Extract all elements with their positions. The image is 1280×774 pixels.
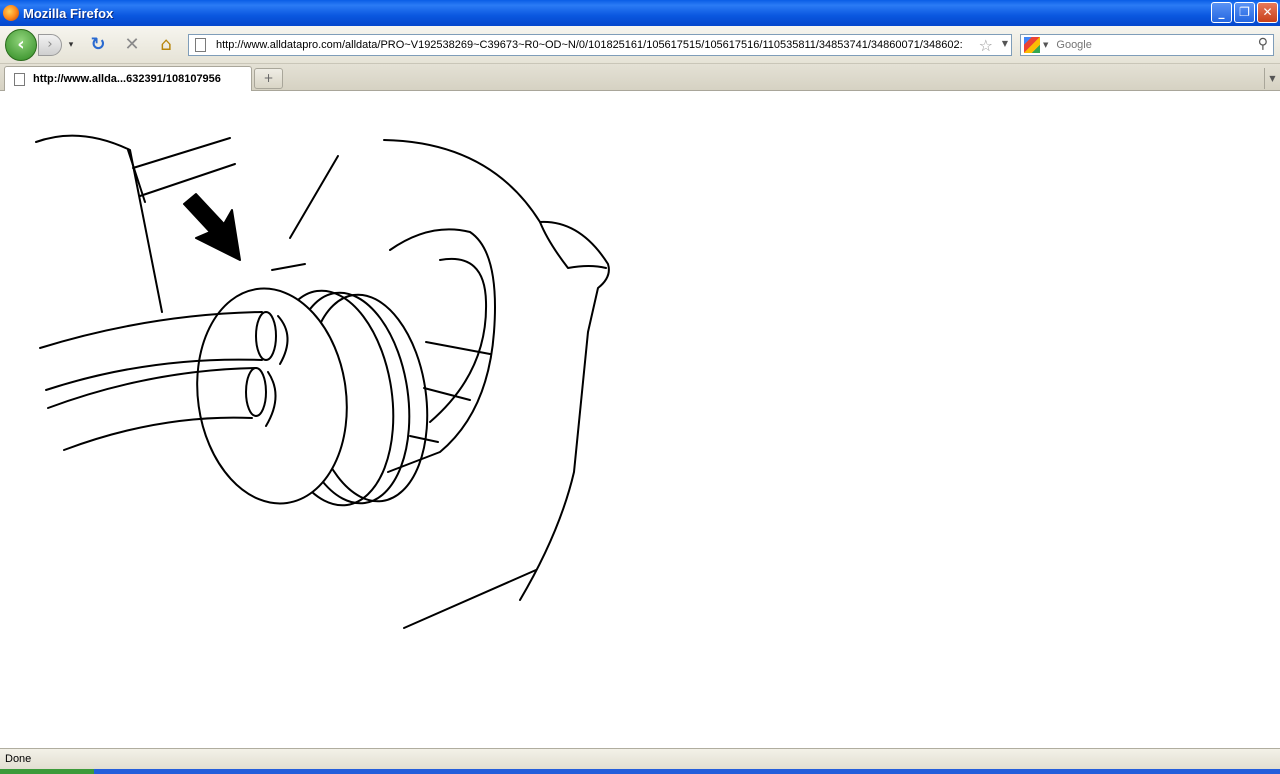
- address-bar[interactable]: http://www.alldatapro.com/alldata/PRO~V1…: [188, 34, 1012, 56]
- home-button[interactable]: ⌂: [154, 34, 178, 56]
- window-controls: _ ❐ ✕: [1211, 2, 1278, 23]
- housing-outline: [383, 139, 610, 601]
- tab-strip: http://www.allda...632391/108107956 + ▼: [0, 64, 1280, 91]
- status-bar: Done: [0, 748, 1280, 769]
- bracket-outline: [35, 134, 163, 313]
- bookmark-star-icon[interactable]: ☆: [979, 36, 993, 55]
- bracket-front-edge: [127, 149, 146, 203]
- navigation-toolbar: ‹ › ▾ ↻ ✕ ⌂ http://www.alldatapro.com/al…: [0, 26, 1280, 64]
- start-button[interactable]: [0, 769, 94, 774]
- magnifier-icon[interactable]: ⚲: [1258, 36, 1268, 52]
- page-icon: [195, 38, 206, 52]
- status-text: Done: [5, 753, 32, 765]
- grommet-mark: [271, 263, 306, 271]
- close-button[interactable]: ✕: [1257, 2, 1278, 23]
- reload-button[interactable]: ↻: [86, 34, 110, 56]
- engine-dropdown-icon[interactable]: ▼: [1043, 41, 1048, 49]
- stop-button[interactable]: ✕: [120, 34, 144, 56]
- tab-active[interactable]: http://www.allda...632391/108107956: [4, 66, 252, 91]
- bracket-line-1: [132, 137, 231, 169]
- firefox-icon: [3, 5, 19, 21]
- minimize-button[interactable]: _: [1211, 2, 1232, 23]
- back-button[interactable]: ‹: [5, 29, 37, 61]
- restore-button[interactable]: ❐: [1234, 2, 1255, 23]
- housing-diagonal: [289, 155, 339, 239]
- google-icon[interactable]: [1024, 37, 1040, 53]
- taskbar: [0, 769, 1280, 774]
- title-bar: Mozilla Firefox _ ❐ ✕: [0, 0, 1280, 26]
- strut-2: [423, 387, 471, 401]
- new-tab-button[interactable]: +: [254, 68, 283, 89]
- pointer-arrow: [183, 193, 241, 261]
- housing-lower-edge: [403, 569, 537, 629]
- page-content: [0, 92, 1280, 748]
- window-title: Mozilla Firefox: [23, 5, 114, 21]
- url-dropdown-icon[interactable]: ▼: [1002, 39, 1008, 48]
- forward-button[interactable]: ›: [38, 34, 62, 56]
- grommet-diagram: [35, 134, 610, 629]
- bracket-line-2: [139, 163, 236, 197]
- search-input[interactable]: [1056, 39, 1253, 51]
- url-text[interactable]: http://www.alldatapro.com/alldata/PRO~V1…: [216, 39, 966, 51]
- search-bar: ▼ ⚲: [1020, 34, 1274, 56]
- history-dropdown-icon[interactable]: ▾: [65, 35, 77, 55]
- strut-3: [409, 435, 439, 443]
- tab-label: http://www.allda...632391/108107956: [33, 73, 221, 85]
- tab-list-icon[interactable]: ▼: [1264, 68, 1280, 89]
- page-icon: [14, 72, 25, 86]
